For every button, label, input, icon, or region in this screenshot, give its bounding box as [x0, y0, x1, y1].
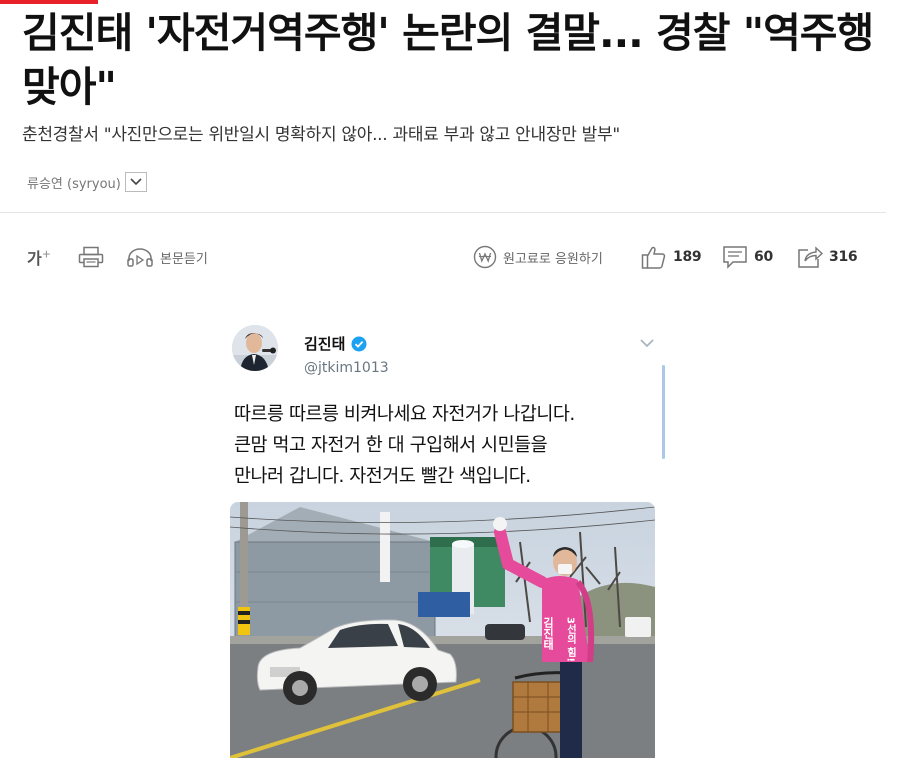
tweet-screenshot: 김진태 @jtkim1013 따르릉 따르릉 비켜나세요 자전거가 나갑니다. …	[222, 313, 670, 758]
print-icon	[78, 246, 104, 268]
top-accent-bar	[0, 0, 98, 4]
article-toolbar: 가+ 본문듣기 원고료로 응원하기 189 60 316	[0, 240, 886, 274]
tweet-menu-button	[640, 333, 654, 352]
divider	[0, 212, 886, 213]
tweet-line: 큰맘 먹고 자전거 한 대 구입해서 시민들을	[234, 435, 548, 456]
tweet-author-name: 김진태	[304, 333, 367, 354]
tweet-handle: @jtkim1013	[304, 360, 389, 376]
tweet-author-label: 김진태	[304, 335, 346, 353]
avatar	[232, 325, 278, 371]
comment-count: 60	[754, 249, 773, 265]
print-button[interactable]	[78, 240, 104, 274]
font-size-icon: 가+	[27, 245, 51, 269]
donate-button[interactable]: 원고료로 응원하기	[473, 240, 603, 274]
won-coin-icon	[473, 245, 497, 269]
font-size-plus: +	[41, 247, 51, 261]
share-icon	[798, 246, 823, 268]
comment-icon	[723, 246, 747, 269]
vest-text-left: 김진태	[542, 617, 555, 651]
article-subtitle: 춘천경찰서 "사진만으로는 위반일시 명확하지 않아... 과태료 부과 않고 …	[22, 125, 620, 145]
byline: 류승연 (syryou)	[27, 172, 147, 192]
chevron-down-icon	[130, 178, 142, 186]
tweet-text: 따르릉 따르릉 비켜나세요 자전거가 나갑니다. 큰맘 먹고 자전거 한 대 구…	[234, 399, 654, 492]
vest-text-right: 3선의 힘!	[565, 617, 577, 662]
author-dropdown-button[interactable]	[124, 172, 147, 192]
share-button[interactable]: 316	[797, 240, 858, 274]
thumbs-up-icon	[641, 246, 666, 269]
tweet-line: 만나러 갑니다. 자전거도 빨간 색입니다.	[234, 466, 531, 487]
listen-button[interactable]: 본문듣기	[126, 240, 208, 274]
chevron-down-icon	[640, 339, 654, 348]
headphones-icon	[127, 248, 153, 267]
article-headline: 김진태 '자전거역주행' 논란의 결말... 경찰 "역주행 맞아"	[22, 9, 874, 111]
donate-label: 원고료로 응원하기	[503, 251, 603, 267]
listen-label: 본문듣기	[160, 251, 208, 267]
scrollbar	[662, 365, 665, 459]
share-count: 316	[829, 249, 858, 265]
tweet-line: 따르릉 따르릉 비켜나세요 자전거가 나갑니다.	[234, 404, 575, 425]
like-button[interactable]: 189	[641, 240, 702, 274]
font-size-button[interactable]: 가+	[27, 240, 51, 274]
like-count: 189	[673, 249, 702, 265]
font-size-label: 가	[27, 249, 42, 268]
author-name[interactable]: 류승연 (syryou)	[27, 173, 121, 192]
verified-badge-icon	[351, 336, 367, 351]
comment-button[interactable]: 60	[722, 240, 773, 274]
tweet-photo: 김진태 3선의 힘!	[230, 502, 655, 758]
